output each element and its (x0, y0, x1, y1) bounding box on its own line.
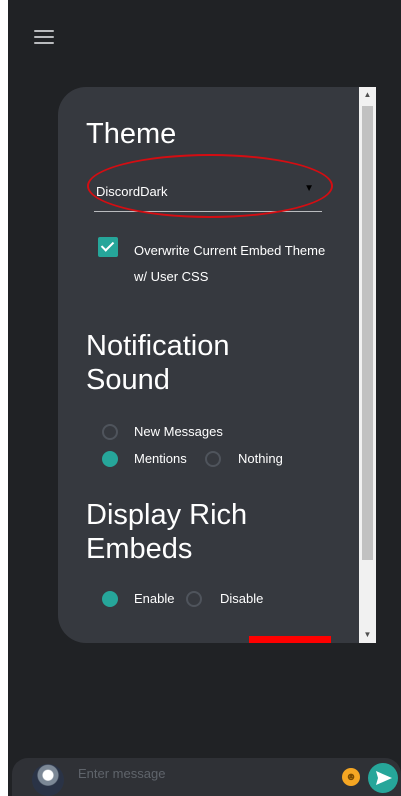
radio-label-enable[interactable]: Enable (134, 590, 174, 608)
radio-new-messages[interactable] (102, 424, 118, 440)
red-annotation-bar (249, 636, 331, 643)
radio-label-new-messages[interactable]: New Messages (134, 423, 223, 441)
menu-bar (34, 30, 54, 32)
radio-label-mentions[interactable]: Mentions (134, 450, 187, 468)
scrollbar-thumb[interactable] (362, 106, 373, 560)
highlight-ellipse (87, 154, 333, 218)
radio-enable[interactable] (102, 591, 118, 607)
menu-bar (34, 36, 54, 38)
app-window: Theme DiscordDark ▼ Overwrite Current Em… (8, 0, 401, 796)
radio-disable[interactable] (186, 591, 202, 607)
overwrite-theme-checkbox[interactable] (98, 237, 118, 257)
theme-heading: Theme (86, 118, 177, 150)
send-button[interactable] (368, 763, 398, 793)
radio-nothing[interactable] (205, 451, 221, 467)
message-input[interactable] (78, 761, 318, 785)
radio-mentions[interactable] (102, 451, 118, 467)
panel-scrollbar[interactable]: ▲ ▼ (359, 87, 376, 643)
radio-label-nothing[interactable]: Nothing (238, 450, 283, 468)
user-avatar[interactable] (32, 764, 64, 796)
scroll-down-arrow-icon[interactable]: ▼ (359, 627, 376, 643)
overwrite-theme-label[interactable]: Overwrite Current Embed Theme w/ User CS… (134, 238, 334, 290)
radio-label-disable[interactable]: Disable (220, 590, 263, 608)
rich-embeds-heading: Display Rich Embeds (86, 499, 248, 565)
settings-panel: Theme DiscordDark ▼ Overwrite Current Em… (58, 87, 376, 643)
send-arrow-icon (376, 771, 392, 785)
settings-content: Theme DiscordDark ▼ Overwrite Current Em… (58, 87, 354, 643)
smiley-icon[interactable]: ☻ (342, 768, 360, 786)
scroll-up-arrow-icon[interactable]: ▲ (359, 87, 376, 103)
notification-heading: Notification Sound (86, 330, 230, 396)
hamburger-menu-icon[interactable] (34, 28, 56, 48)
menu-bar (34, 42, 54, 44)
message-composer: ☻ (12, 758, 401, 796)
